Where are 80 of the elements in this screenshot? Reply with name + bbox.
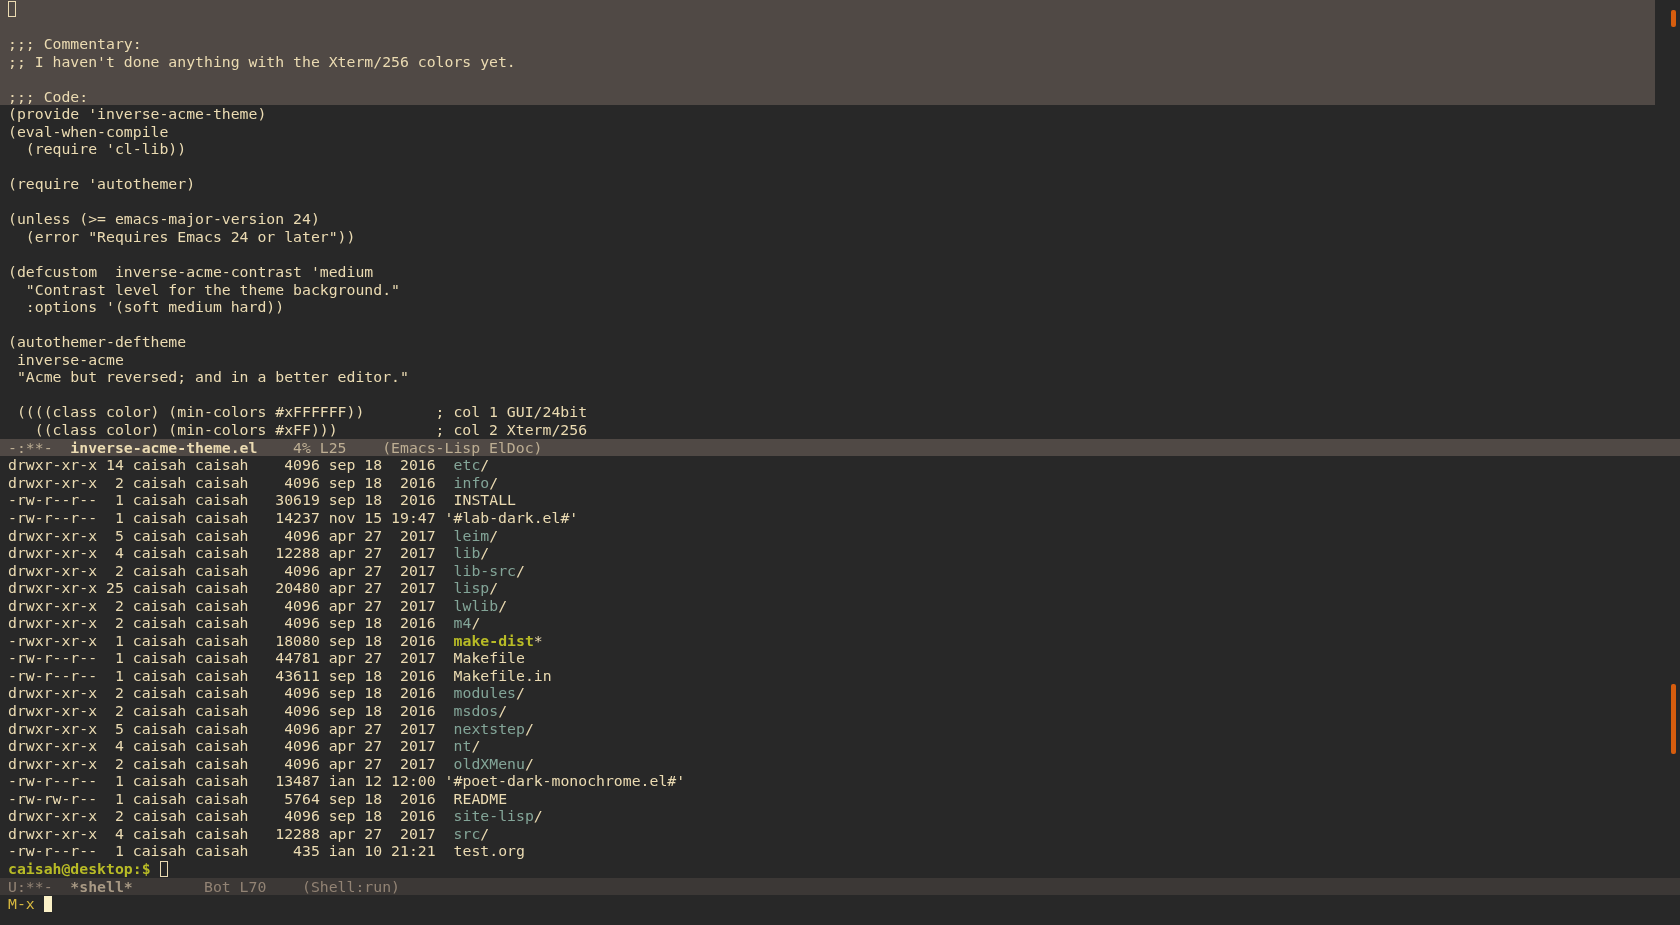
code-line: (provide 'inverse-acme-theme) xyxy=(8,105,267,123)
file-listing: drwxr-xr-x 4 caisah caisah 12288 apr 27 2017 xyxy=(8,544,436,562)
file-listing: drwxr-xr-x 2 caisah caisah 4096 sep 18 2016 xyxy=(8,473,436,492)
file-name: Makefile xyxy=(453,649,525,668)
file-name: leim/ xyxy=(453,526,499,545)
file-name: lisp/ xyxy=(453,579,499,597)
code-line: (unless (>= emacs-major-version 24) xyxy=(8,210,320,229)
line-number: L70 xyxy=(239,877,267,896)
shell-prompt: caisah@desktop:$ xyxy=(8,859,151,878)
code-line: (defcustom inverse-acme-contrast 'medium xyxy=(8,263,374,281)
scrollbar-thumb[interactable] xyxy=(1671,684,1676,755)
file-listing: drwxr-xr-x 5 caisah caisah 4096 apr 27 2017 xyxy=(8,526,436,545)
file-listing: drwxr-xr-x 14 caisah caisah 4096 sep 18 2016 xyxy=(8,456,436,475)
code-line: ;;; Commentary: xyxy=(8,35,142,53)
file-name: msdos/ xyxy=(453,702,508,720)
file-name: '#poet-dark-monochrome.el#' xyxy=(444,772,686,790)
file-listing: drwxr-xr-x 2 caisah caisah 4096 sep 18 2016 xyxy=(8,684,436,703)
buffer-position: Bot xyxy=(203,877,231,896)
file-name: Makefile.in xyxy=(453,666,552,685)
file-listing: -rwxr-xr-x 1 caisah caisah 18080 sep 18 2016 xyxy=(8,631,436,650)
file-listing: drwxr-xr-x 4 caisah caisah 4096 apr 27 2017 xyxy=(8,737,436,755)
major-mode: (Shell:run) xyxy=(301,877,400,896)
buffer-status: -:**- xyxy=(8,438,53,457)
file-name: info/ xyxy=(453,473,499,492)
code-line: (error "Requires Emacs 24 or later")) xyxy=(24,228,356,246)
file-name: etc/ xyxy=(453,456,490,475)
code-line: "Acme but reversed; and in a better editor." xyxy=(15,368,409,387)
text-cursor xyxy=(159,860,168,877)
code-line: (eval-when-compile xyxy=(8,122,169,141)
scrollbar-thumb[interactable] xyxy=(1671,10,1676,27)
buffer-status: U:**- xyxy=(8,877,53,896)
file-listing: -rw-r--r-- 1 caisah caisah 13487 ian 12 12:00 xyxy=(8,772,436,790)
file-listing: drwxr-xr-x 5 caisah caisah 4096 apr 27 2017 xyxy=(8,719,436,738)
file-name: lwlib/ xyxy=(453,596,508,615)
buffer-position: 4% xyxy=(293,438,311,457)
file-name: '#lab-dark.el#' xyxy=(444,508,579,527)
file-listing: -rw-r--r-- 1 caisah caisah 30619 sep 18 2016 xyxy=(8,491,436,510)
file-name: README xyxy=(453,789,508,808)
file-name: make-dist* xyxy=(453,631,543,650)
code-line: :options '(soft medium hard)) xyxy=(24,298,285,316)
buffer-name: *shell* xyxy=(70,877,134,896)
line-number: L25 xyxy=(319,438,347,457)
text-cursor xyxy=(43,896,52,913)
text-cursor xyxy=(8,0,16,17)
file-name: src/ xyxy=(453,824,490,843)
file-listing: drwxr-xr-x 2 caisah caisah 4096 apr 27 2017 xyxy=(8,561,436,580)
file-listing: drwxr-xr-x 2 caisah caisah 4096 apr 27 2017 xyxy=(8,754,436,773)
file-listing: -rw-r--r-- 1 caisah caisah 43611 sep 18 2016 xyxy=(8,666,436,685)
file-name: nextstep/ xyxy=(453,719,534,738)
file-listing: drwxr-xr-x 2 caisah caisah 4096 sep 18 2016 xyxy=(8,702,436,720)
file-listing: drwxr-xr-x 4 caisah caisah 12288 apr 27 2017 xyxy=(8,824,436,843)
buffer-name: inverse-acme-theme.el xyxy=(70,438,258,457)
major-mode: (Emacs-Lisp ElDoc) xyxy=(382,438,543,457)
code-line: ;;; Code: xyxy=(8,87,89,106)
file-name: m4/ xyxy=(453,614,481,632)
file-listing: -rw-rw-r-- 1 caisah caisah 5764 sep 18 2016 xyxy=(8,789,436,808)
file-name: nt/ xyxy=(453,737,481,755)
code-line: (require 'autothemer) xyxy=(8,175,196,194)
file-listing: -rw-r--r-- 1 caisah caisah 14237 nov 15 19:47 xyxy=(8,508,436,527)
minibuffer-prompt: M-x xyxy=(8,895,35,914)
code-line: ;; I haven't done anything with the Xterm/256 colors yet. xyxy=(8,52,516,71)
code-line: ((((class color) (min-colors #xFFFFFF)) ; col 1 GUI/24bit xyxy=(15,403,588,422)
code-line: (require 'cl-lib)) xyxy=(24,140,187,159)
file-listing: -rw-r--r-- 1 caisah caisah 44781 apr 27 2017 xyxy=(8,649,436,668)
file-name: lib-src/ xyxy=(453,561,525,580)
file-name: oldXMenu/ xyxy=(453,754,534,773)
code-line: inverse-acme xyxy=(15,350,124,369)
file-listing: -rw-r--r-- 1 caisah caisah 435 ian 10 21:21 xyxy=(8,842,436,861)
file-name: test.org xyxy=(453,842,525,861)
code-line: (autothemer-deftheme xyxy=(8,333,187,352)
file-name: INSTALL xyxy=(453,491,516,510)
file-listing: drwxr-xr-x 2 caisah caisah 4096 sep 18 2016 xyxy=(8,807,436,825)
file-name: modules/ xyxy=(453,684,525,703)
code-line: "Contrast level for the theme background." xyxy=(24,280,400,299)
file-name: lib/ xyxy=(453,544,490,562)
file-name: site-lisp/ xyxy=(453,807,543,825)
file-listing: drwxr-xr-x 2 caisah caisah 4096 sep 18 2016 xyxy=(8,614,436,632)
file-listing: drwxr-xr-x 2 caisah caisah 4096 apr 27 2017 xyxy=(8,596,436,615)
code-line: ((class color) (min-colors #xFF))) ; col 2 Xterm/256 xyxy=(33,421,588,439)
file-listing: drwxr-xr-x 25 caisah caisah 20480 apr 27 2017 xyxy=(8,579,436,597)
